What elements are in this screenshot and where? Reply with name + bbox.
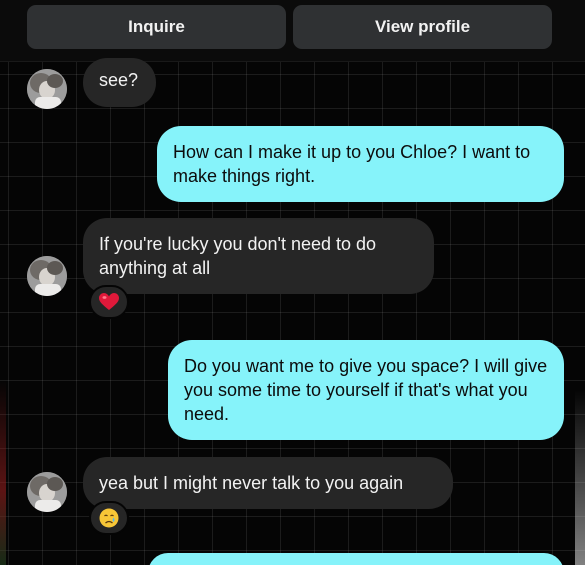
message-bubble-incoming[interactable]: If you're lucky you don't need to do any… [83,218,434,294]
heart-emoji-icon [99,293,119,310]
message-text: see? [99,70,139,90]
message-bubble-outgoing[interactable]: Do you want me to give you space? I will… [168,340,564,440]
right-edge-glow [575,390,585,565]
crying-face-emoji-icon [99,508,119,528]
message-text: Do you want me to give you space? I will… [184,356,548,424]
message-text: If you're lucky you don't need to do any… [99,234,377,278]
left-edge-glow [0,380,6,565]
message-bubble-outgoing[interactable]: How can I make it up to you Chloe? I wan… [157,126,564,202]
contact-avatar[interactable] [27,256,67,296]
contact-avatar[interactable] [27,472,67,512]
chat-screen: Inquire View profile see? How can I make… [0,0,585,565]
heart-reaction[interactable] [89,285,129,319]
chat-header: Inquire View profile [0,0,585,62]
contact-avatar[interactable] [27,69,67,109]
view-profile-button[interactable]: View profile [293,5,552,49]
message-bubble-outgoing[interactable] [148,553,564,565]
crying-reaction[interactable] [89,501,129,535]
inquire-button[interactable]: Inquire [27,5,286,49]
message-text: yea but I might never talk to you again [99,473,404,493]
message-text: How can I make it up to you Chloe? I wan… [173,142,531,186]
message-bubble-incoming[interactable]: see? [83,58,156,107]
message-bubble-incoming[interactable]: yea but I might never talk to you again [83,457,453,509]
